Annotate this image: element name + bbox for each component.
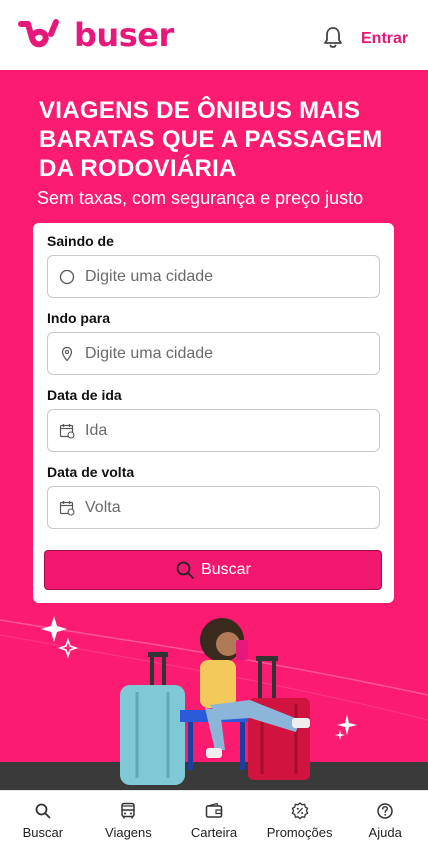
nav-label: Ajuda — [368, 825, 402, 840]
nav-label: Viagens — [105, 825, 152, 840]
search-button[interactable]: Buscar — [44, 550, 382, 590]
nav-item-buscar[interactable]: Buscar — [0, 791, 86, 842]
brand-name: buser — [74, 16, 174, 54]
hero-subtitle: Sem taxas, com segurança e preço justo — [37, 188, 364, 208]
departure-date-label: Data de ida — [47, 387, 122, 403]
return-date-label: Data de volta — [47, 464, 135, 480]
nav-item-promocoes[interactable]: Promoções — [257, 791, 343, 842]
blue-suitcase — [120, 652, 185, 785]
return-date-input[interactable]: Volta — [47, 486, 380, 529]
brand-logo[interactable]: buser — [18, 16, 174, 54]
help-icon — [377, 803, 393, 819]
search-icon — [35, 803, 51, 819]
circle-icon — [59, 269, 75, 284]
nav-item-viagens[interactable]: Viagens — [86, 791, 172, 842]
wallet-icon — [205, 802, 223, 818]
search-icon — [176, 561, 194, 579]
app-header: buser Entrar — [0, 0, 428, 70]
departure-date-input[interactable]: Ida — [47, 409, 380, 452]
notification-bell-icon[interactable] — [322, 26, 344, 50]
location-pin-icon — [61, 346, 73, 361]
bus-icon — [121, 802, 136, 819]
origin-label: Saindo de — [47, 233, 114, 249]
search-form-card: Saindo de Digite uma cidade Indo para Di… — [33, 223, 394, 603]
origin-input[interactable]: Digite uma cidade — [47, 255, 380, 298]
bottom-navigation: Buscar Viagens Carteira Promoções Ajuda — [0, 790, 428, 842]
origin-placeholder: Digite uma cidade — [85, 267, 214, 285]
hero-title: VIAGENS DE ÔNIBUS MAIS BARATAS QUE A PAS… — [39, 97, 383, 182]
calendar-icon — [59, 423, 75, 439]
destination-label: Indo para — [47, 310, 111, 326]
buser-logo-icon — [18, 19, 59, 48]
nav-label: Carteira — [190, 825, 238, 840]
search-button-label: Buscar — [201, 561, 251, 578]
hero-illustration — [0, 616, 428, 790]
signin-link[interactable]: Entrar — [361, 30, 408, 48]
nav-item-carteira[interactable]: Carteira — [171, 791, 257, 842]
return-date-placeholder: Volta — [85, 498, 121, 516]
departure-date-placeholder: Ida — [85, 421, 108, 439]
calendar-icon — [59, 500, 75, 516]
destination-input[interactable]: Digite uma cidade — [47, 332, 380, 375]
nav-label: Promoções — [266, 825, 333, 840]
destination-placeholder: Digite uma cidade — [85, 344, 214, 362]
discount-badge-icon — [291, 802, 308, 820]
nav-label: Buscar — [22, 825, 64, 840]
nav-item-ajuda[interactable]: Ajuda — [342, 791, 428, 842]
